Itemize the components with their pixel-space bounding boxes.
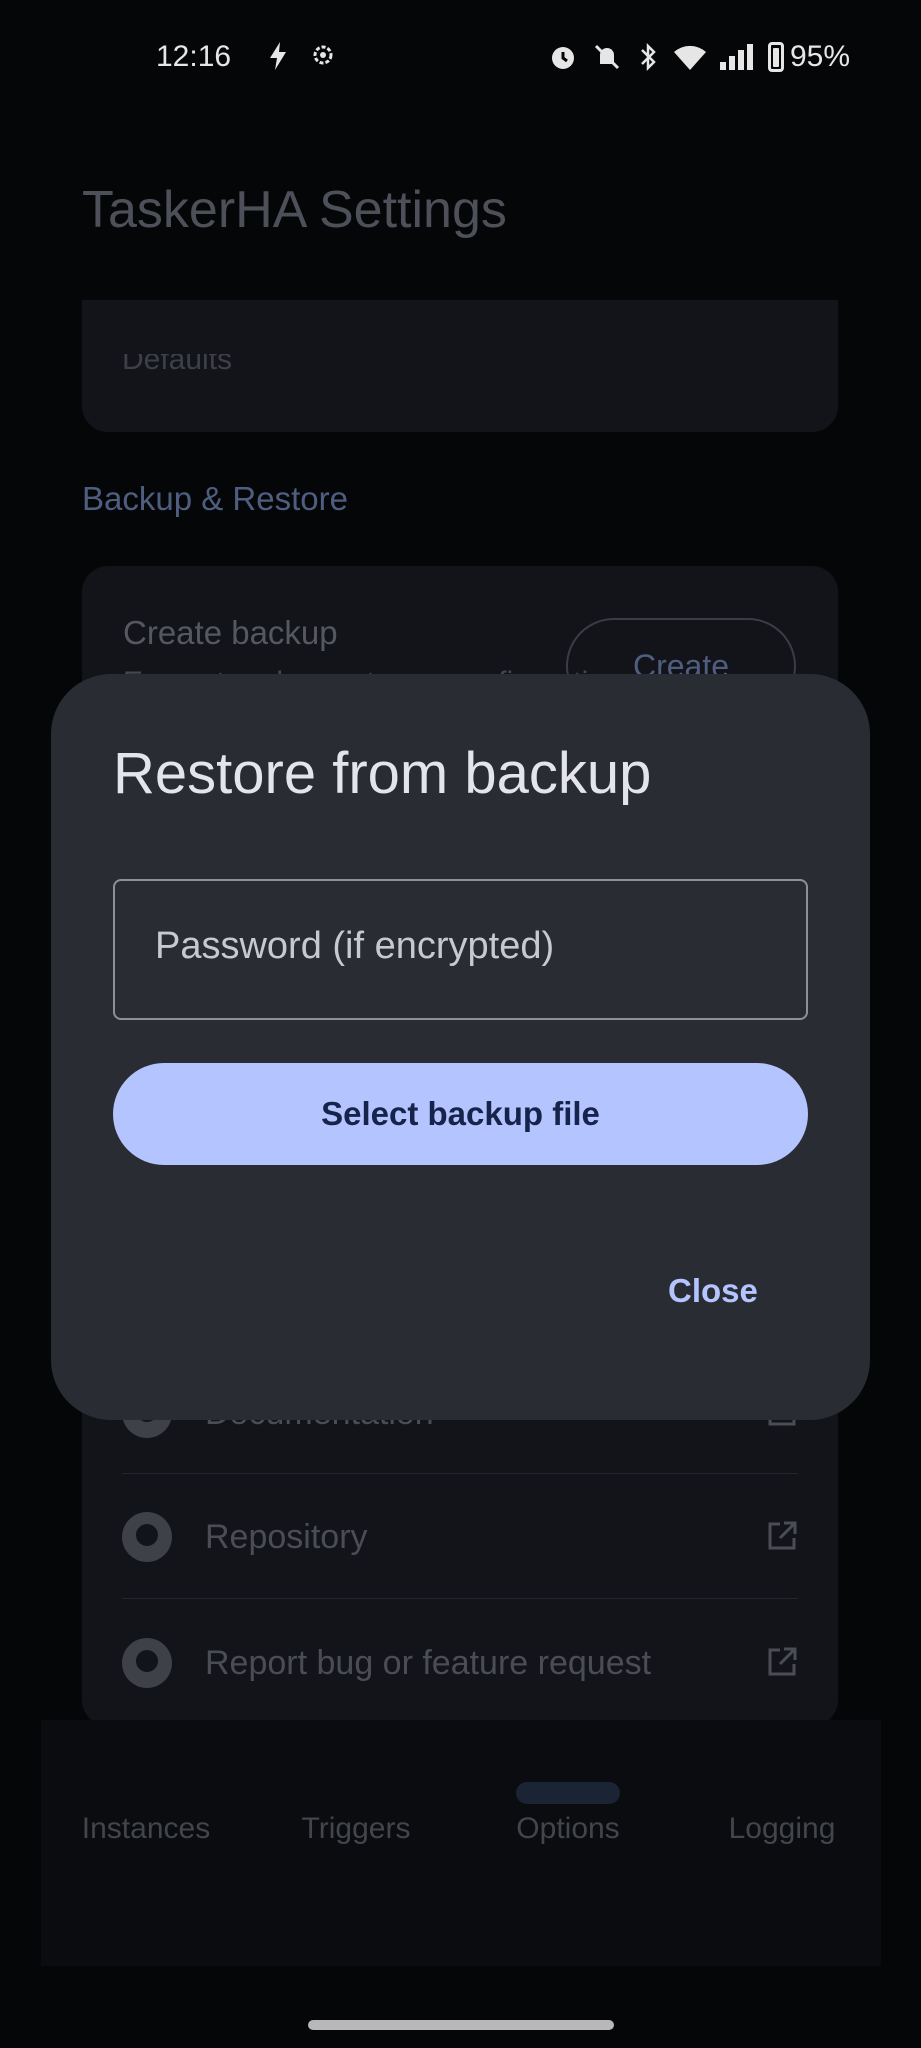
select-backup-file-button[interactable]: Select backup file bbox=[113, 1063, 808, 1165]
dialog-title: Restore from backup bbox=[113, 741, 652, 806]
close-button[interactable]: Close bbox=[668, 1272, 758, 1310]
password-placeholder: Password (if encrypted) bbox=[155, 925, 555, 967]
